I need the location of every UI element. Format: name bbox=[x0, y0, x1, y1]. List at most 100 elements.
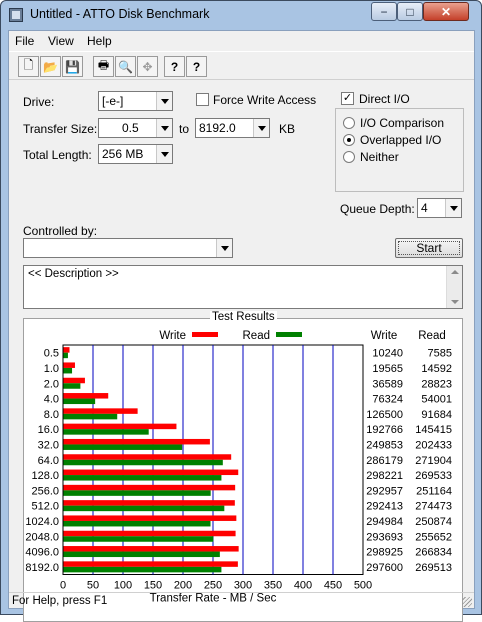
read-value: 91684 bbox=[421, 409, 452, 421]
io-comparison-label[interactable]: I/O Comparison bbox=[360, 116, 444, 130]
read-bar bbox=[63, 459, 223, 466]
write-value: 292413 bbox=[366, 501, 403, 513]
neither-radio[interactable] bbox=[343, 151, 355, 163]
write-column-header: Write bbox=[371, 330, 398, 342]
drive-select[interactable]: [-e-] bbox=[98, 91, 173, 111]
read-column-header: Read bbox=[418, 330, 446, 342]
read-bar bbox=[63, 536, 214, 542]
menu-bar: File View Help bbox=[9, 31, 474, 51]
resize-grip[interactable] bbox=[462, 597, 472, 607]
read-bar bbox=[63, 475, 222, 481]
context-help-icon: ? bbox=[192, 59, 201, 74]
x-tick-label: 400 bbox=[294, 580, 312, 592]
minimize-button[interactable]: − bbox=[371, 2, 397, 21]
write-value: 297600 bbox=[366, 562, 403, 574]
read-bar bbox=[63, 566, 222, 573]
x-tick-label: 300 bbox=[234, 580, 252, 592]
direct-io-label[interactable]: Direct I/O bbox=[359, 92, 410, 106]
test-results-panel: Test Results Write Read Write Read 0 50 100 150… bbox=[23, 311, 463, 622]
save-button[interactable]: 💾 bbox=[62, 56, 83, 77]
print-button[interactable]: 🖶 bbox=[93, 56, 114, 77]
app-window: Untitled - ATTO Disk Benchmark − □ ✕ Fil… bbox=[0, 0, 482, 622]
write-bar bbox=[63, 454, 232, 460]
legend-read-label: Read bbox=[243, 330, 271, 342]
write-value: 76324 bbox=[372, 394, 403, 406]
read-bar bbox=[63, 383, 81, 389]
read-bar bbox=[63, 520, 211, 527]
direct-io-checkbox[interactable]: ✓ bbox=[341, 92, 354, 105]
transfer-to-select[interactable]: 8192.0 bbox=[195, 118, 270, 138]
menu-help[interactable]: Help bbox=[87, 34, 112, 48]
write-bar bbox=[63, 561, 238, 567]
transfer-rate-chart: Write Read Write Read 0 50 100 150 200 250 300 350 4… bbox=[25, 330, 452, 605]
neither-label[interactable]: Neither bbox=[360, 150, 399, 164]
menu-file[interactable]: File bbox=[15, 34, 34, 48]
x-tick-label: 350 bbox=[264, 580, 282, 592]
io-comparison-radio[interactable] bbox=[343, 117, 355, 129]
help-button[interactable]: ? bbox=[164, 56, 185, 77]
transfer-size-label: Transfer Size: bbox=[23, 122, 98, 136]
maximize-button[interactable]: □ bbox=[397, 2, 423, 21]
write-value: 126500 bbox=[366, 409, 403, 421]
app-icon bbox=[9, 8, 23, 22]
print-preview-icon: 🔍 bbox=[118, 59, 133, 74]
open-button[interactable]: 📂 bbox=[40, 56, 61, 77]
io-mode-group: I/O Comparison Overlapped I/O Neither bbox=[335, 108, 464, 192]
window-title: Untitled - ATTO Disk Benchmark bbox=[30, 7, 210, 21]
read-value: 202433 bbox=[415, 439, 452, 451]
write-bar bbox=[63, 377, 85, 384]
force-write-checkbox[interactable] bbox=[196, 93, 209, 106]
y-tick-label: 4.0 bbox=[44, 394, 59, 406]
write-bar bbox=[63, 469, 239, 476]
new-document-button[interactable]: 🗋 bbox=[18, 56, 39, 77]
read-value: 251164 bbox=[416, 485, 452, 497]
write-bar bbox=[63, 362, 75, 368]
transfer-from-select[interactable]: 0.5 bbox=[98, 118, 173, 138]
controlled-by-label: Controlled by: bbox=[23, 224, 98, 238]
read-bar bbox=[63, 367, 73, 374]
move-button[interactable]: ✥ bbox=[137, 56, 158, 77]
overlapped-io-label[interactable]: Overlapped I/O bbox=[360, 133, 441, 147]
write-value: 292957 bbox=[366, 485, 403, 497]
title-bar[interactable]: Untitled - ATTO Disk Benchmark − □ ✕ bbox=[1, 1, 481, 30]
read-bar bbox=[63, 490, 211, 496]
overlapped-io-radio[interactable] bbox=[343, 134, 355, 146]
start-button[interactable]: Start bbox=[395, 238, 463, 258]
read-bar bbox=[63, 398, 96, 405]
force-write-label[interactable]: Force Write Access bbox=[213, 93, 316, 107]
y-tick-label: 4096.0 bbox=[25, 547, 59, 559]
queue-depth-select[interactable]: 4 bbox=[417, 198, 462, 218]
read-value: 269513 bbox=[415, 562, 452, 574]
queue-depth-value: 4 bbox=[421, 201, 428, 215]
menu-view[interactable]: View bbox=[48, 34, 74, 48]
controlled-by-select[interactable] bbox=[23, 238, 233, 258]
print-icon: 🖶 bbox=[97, 58, 110, 72]
y-tick-label: 32.0 bbox=[38, 439, 59, 451]
open-folder-icon: 📂 bbox=[43, 59, 58, 74]
context-help-button[interactable]: ? bbox=[186, 56, 207, 77]
settings-panel: Drive: [-e-] Force Write Access Transfer… bbox=[9, 81, 474, 622]
x-tick-label: 500 bbox=[354, 580, 372, 592]
write-bar bbox=[63, 347, 70, 353]
close-button[interactable]: ✕ bbox=[423, 2, 469, 21]
read-value: 266834 bbox=[415, 547, 452, 559]
print-preview-button[interactable]: 🔍 bbox=[115, 56, 136, 77]
read-bar bbox=[63, 444, 183, 450]
read-bar bbox=[63, 429, 149, 435]
new-document-icon: 🗋 bbox=[23, 58, 34, 72]
write-value: 36589 bbox=[372, 378, 403, 390]
write-bar bbox=[63, 393, 109, 399]
x-tick-label: 250 bbox=[204, 580, 222, 592]
queue-depth-label: Queue Depth: bbox=[340, 202, 415, 216]
status-bar: For Help, press F1 bbox=[9, 592, 474, 609]
toolbar: 🗋 📂 💾 🖶 🔍 ✥ ? ? bbox=[9, 51, 474, 80]
description-scrollbar[interactable] bbox=[446, 266, 462, 308]
total-length-value: 256 MB bbox=[102, 147, 144, 161]
read-value: 269533 bbox=[415, 470, 452, 482]
legend-read-swatch bbox=[276, 332, 302, 337]
write-value: 298221 bbox=[366, 470, 403, 482]
y-tick-label: 8.0 bbox=[44, 409, 59, 421]
description-box[interactable]: << Description >> bbox=[23, 265, 463, 309]
write-value: 249853 bbox=[366, 439, 403, 451]
total-length-select[interactable]: 256 MB bbox=[98, 144, 173, 164]
